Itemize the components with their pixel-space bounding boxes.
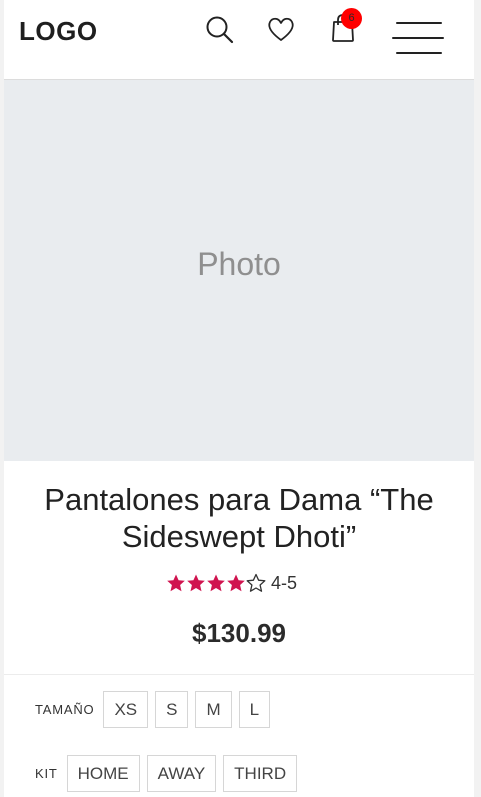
rating-text: 4-5 [271, 572, 298, 593]
size-option-s[interactable]: S [155, 691, 189, 728]
menu-button[interactable] [392, 20, 444, 56]
star-filled-icon [207, 574, 225, 592]
kit-options: HOME AWAY THIRD [66, 755, 305, 792]
kit-option-home[interactable]: HOME [66, 755, 140, 792]
product-price: $130.99 [192, 618, 286, 648]
kit-option-away[interactable]: AWAY [146, 755, 217, 792]
search-icon [206, 16, 234, 44]
search-button[interactable] [204, 14, 236, 46]
divider [4, 674, 474, 675]
rating-stars [166, 573, 266, 593]
kit-selector: KIT HOME AWAY THIRD [35, 755, 304, 792]
product-page: LOGO 6 Photo Pantalones para Dama “The S… [4, 0, 474, 797]
size-option-xs[interactable]: XS [103, 691, 149, 728]
kit-label: KIT [35, 766, 58, 781]
size-options: XS S M L [103, 691, 277, 728]
star-filled-icon [187, 574, 205, 592]
size-option-l[interactable]: L [238, 691, 271, 728]
heart-icon [268, 17, 294, 41]
size-selector: TAMAÑO XS S M L [35, 691, 277, 728]
star-filled-icon [227, 574, 245, 592]
product-title: Pantalones para Dama “The Sideswept Dhot… [44, 482, 434, 554]
size-option-m[interactable]: M [195, 691, 232, 728]
star-filled-icon [167, 574, 185, 592]
product-photo[interactable]: Photo [4, 80, 474, 461]
photo-placeholder-label: Photo [197, 246, 281, 282]
size-label: TAMAÑO [35, 702, 95, 717]
star-outline-icon [246, 573, 266, 592]
kit-option-third[interactable]: THIRD [223, 755, 298, 792]
wishlist-button[interactable] [266, 14, 296, 44]
site-header: LOGO 6 [4, 0, 474, 80]
logo[interactable]: LOGO [19, 16, 98, 47]
cart-count-badge: 6 [341, 8, 362, 29]
product-rating: 4-5 [166, 569, 297, 597]
